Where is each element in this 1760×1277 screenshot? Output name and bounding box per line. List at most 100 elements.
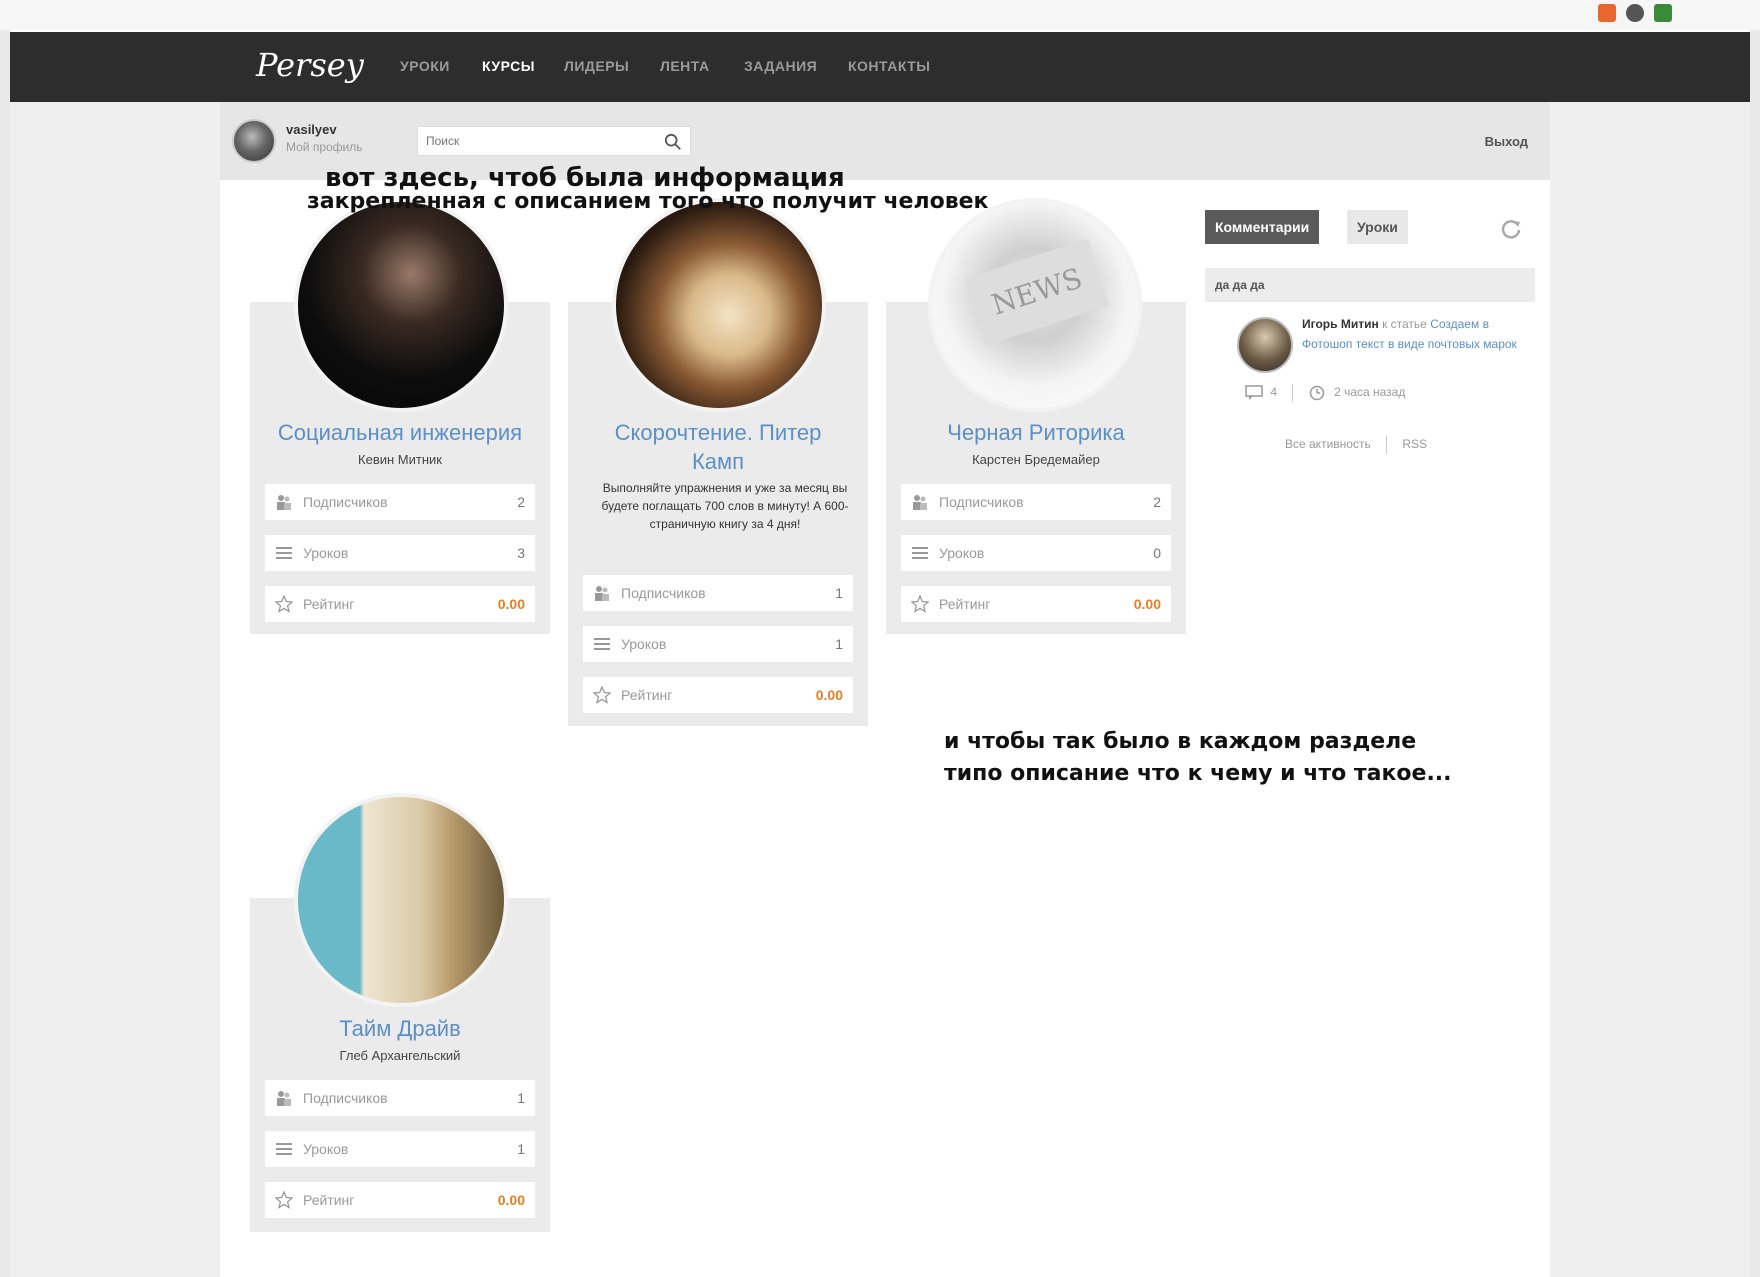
lessons-count: 3 [517, 545, 525, 561]
subscribers-count: 1 [517, 1090, 525, 1106]
nav-item-lessons[interactable]: УРОКИ [400, 58, 450, 74]
avatar[interactable] [1237, 317, 1293, 373]
logout-link[interactable]: Выход [1485, 134, 1528, 149]
rating-label: Рейтинг [939, 596, 991, 612]
nav-item-contacts[interactable]: КОНТАКТЫ [848, 58, 930, 74]
feed-footer: Все активность RSS [1285, 436, 1427, 454]
browser-toolbar [0, 0, 1760, 30]
rss-link[interactable]: RSS [1402, 437, 1427, 451]
course-image[interactable]: NEWS [928, 198, 1142, 412]
site-logo[interactable]: Persey [256, 46, 364, 84]
all-activity-link[interactable]: Все активность [1285, 437, 1371, 451]
extension-icon[interactable] [1626, 4, 1644, 22]
subscribers-label: Подписчиков [303, 1090, 388, 1106]
comment-icon [1245, 385, 1263, 400]
clock-icon [1309, 385, 1324, 401]
newspaper-image: NEWS [964, 238, 1110, 346]
search-input[interactable] [418, 127, 648, 155]
side-background [10, 102, 220, 1277]
subscribers-stat: Подписчиков 2 [265, 484, 535, 520]
rating-value: 0.00 [815, 687, 843, 703]
subscribers-stat: Подписчиков 2 [901, 484, 1171, 520]
lessons-stat: Уроков 0 [901, 535, 1171, 571]
lessons-label: Уроков [621, 636, 667, 652]
annotation-line: и чтобы так было в каждом разделе [944, 729, 1417, 754]
feed-header: да да да [1205, 268, 1535, 302]
course-author: Кевин Митник [358, 452, 442, 467]
lessons-stat: Уроков 1 [583, 626, 853, 662]
side-background [1550, 102, 1750, 1277]
refresh-icon[interactable] [1500, 218, 1522, 240]
subscribers-count: 2 [517, 494, 525, 510]
search-icon[interactable] [664, 133, 682, 151]
lessons-count: 1 [835, 636, 843, 652]
rating-stat: Рейтинг 0.00 [583, 677, 853, 713]
course-title[interactable]: Социальная инженерия [250, 418, 550, 447]
course-image[interactable] [294, 198, 508, 412]
subscribers-stat: Подписчиков 1 [265, 1080, 535, 1116]
lessons-count: 0 [1153, 545, 1161, 561]
nav-item-tasks[interactable]: ЗАДАНИЯ [744, 58, 817, 74]
nav-item-leaders[interactable]: ЛИДЕРЫ [564, 58, 629, 74]
username[interactable]: vasilyev [286, 122, 337, 137]
rating-label: Рейтинг [303, 596, 355, 612]
nav-item-courses[interactable]: КУРСЫ [482, 58, 535, 74]
divider [1292, 384, 1294, 402]
course-title[interactable]: Черная Риторика [886, 418, 1186, 447]
feed-time: 2 часа назад [1334, 385, 1406, 400]
feed-meta: 4 2 часа назад [1245, 384, 1405, 402]
lessons-stat: Уроков 3 [265, 535, 535, 571]
rating-label: Рейтинг [621, 687, 673, 703]
lessons-stat: Уроков 1 [265, 1131, 535, 1167]
annotation-line: типо описание что к чему и что такое... [944, 761, 1452, 786]
star-icon [275, 1191, 293, 1209]
list-icon [912, 547, 928, 559]
lessons-label: Уроков [303, 1141, 349, 1157]
users-icon [595, 586, 609, 601]
subscribers-stat: Подписчиков 1 [583, 575, 853, 611]
rating-value: 0.00 [497, 1192, 525, 1208]
list-icon [276, 1143, 292, 1155]
users-icon [277, 1091, 291, 1106]
my-profile-link[interactable]: Мой профиль [286, 140, 363, 154]
list-icon [594, 638, 610, 650]
subscribers-label: Подписчиков [939, 494, 1024, 510]
annotation-text: закрепленная с описанием того что получи… [307, 189, 989, 214]
rating-value: 0.00 [497, 596, 525, 612]
subscribers-label: Подписчиков [621, 585, 706, 601]
lessons-label: Уроков [303, 545, 349, 561]
course-author: Глеб Архангельский [339, 1048, 461, 1063]
subscribers-label: Подписчиков [303, 494, 388, 510]
rating-label: Рейтинг [303, 1192, 355, 1208]
star-icon [275, 595, 293, 613]
feed-action: к статье [1382, 317, 1427, 331]
extension-icon[interactable] [1598, 4, 1616, 22]
annotation-text: и чтобы так было в каждом разделе типо о… [940, 726, 1456, 790]
rating-value: 0.00 [1133, 596, 1161, 612]
divider [1386, 436, 1388, 454]
course-image[interactable] [294, 793, 508, 1007]
avatar[interactable] [232, 119, 276, 163]
course-title[interactable]: Тайм Драйв [250, 1014, 550, 1043]
frame-border [1750, 30, 1760, 1277]
star-icon [911, 595, 929, 613]
comment-count: 4 [1270, 385, 1278, 400]
frame-border [0, 30, 10, 1277]
subscribers-count: 1 [835, 585, 843, 601]
lessons-label: Уроков [939, 545, 985, 561]
rating-stat: Рейтинг 0.00 [265, 1182, 535, 1218]
tab-comments[interactable]: Комментарии [1205, 210, 1320, 244]
course-author: Карстен Бредемайер [972, 452, 1100, 467]
course-image[interactable] [612, 198, 826, 412]
lessons-count: 1 [517, 1141, 525, 1157]
search-box [417, 126, 691, 156]
extension-icon[interactable] [1654, 4, 1672, 22]
tab-lessons[interactable]: Уроки [1347, 210, 1408, 244]
course-title[interactable]: Скорочтение. Питер Камп [568, 418, 868, 476]
top-navigation: Persey УРОКИ КУРСЫ ЛИДЕРЫ ЛЕНТА ЗАДАНИЯ … [10, 32, 1750, 102]
feed-item-text: Игорь Митин к статье Создаем в Фотошоп т… [1302, 314, 1534, 354]
nav-item-feed[interactable]: ЛЕНТА [660, 58, 710, 74]
course-description: Выполняйте упражнения и уже за месяц вы … [601, 481, 849, 531]
feed-user-link[interactable]: Игорь Митин [1302, 317, 1379, 331]
list-icon [276, 547, 292, 559]
